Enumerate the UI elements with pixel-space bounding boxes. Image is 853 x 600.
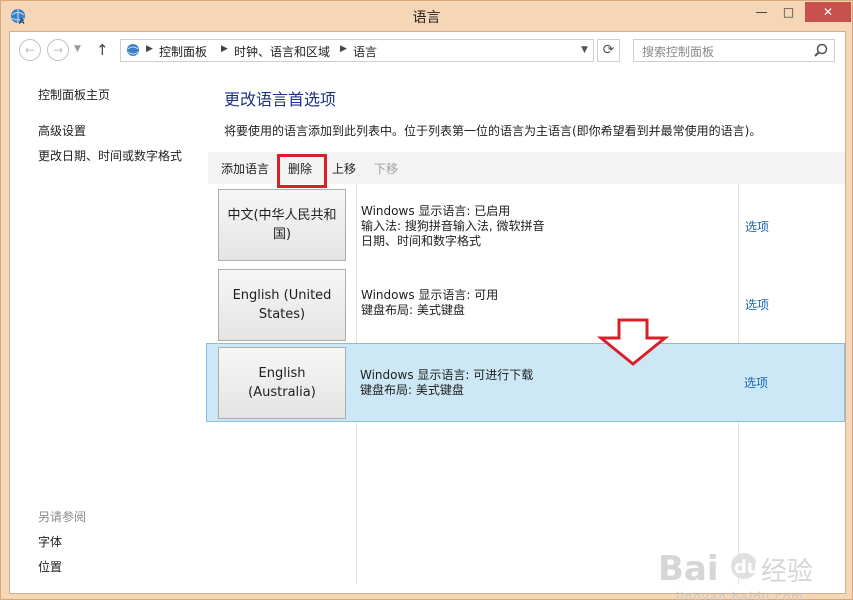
- options-link[interactable]: 选项: [744, 374, 768, 391]
- svg-text:Bai: Bai: [658, 549, 719, 589]
- search-icon[interactable]: [812, 42, 830, 60]
- fonts-link[interactable]: 字体: [38, 533, 62, 550]
- language-tile[interactable]: 中文(中华人民共和国): [218, 189, 346, 261]
- navigation-bar: ← → ▼ ↑ ▶ 控制面板 ▶ 时钟、语言和区域 ▶ 语言 ▼ ⟳ 搜索控制面…: [10, 32, 845, 68]
- language-info-line: Windows 显示语言: 可进行下载: [360, 368, 534, 382]
- language-row[interactable]: English (United States) Windows 显示语言: 可用…: [208, 264, 846, 343]
- control-panel-icon: [127, 44, 139, 56]
- remove-highlight-annotation: [277, 154, 327, 188]
- address-bar[interactable]: ▶ 控制面板 ▶ 时钟、语言和区域 ▶ 语言 ▼: [120, 39, 594, 62]
- recent-pages-chevron-icon[interactable]: ▼: [74, 44, 81, 54]
- breadcrumb-separator-icon: ▶: [146, 44, 153, 54]
- page-description: 将要使用的语言添加到此列表中。位于列表第一位的语言为主语言(即你希望看到并最常使…: [224, 124, 762, 138]
- breadcrumb-control-panel[interactable]: 控制面板: [159, 43, 207, 60]
- language-info-line: Windows 显示语言: 可用: [361, 288, 499, 302]
- minimize-button[interactable]: —: [748, 2, 775, 22]
- baidu-watermark-logo: Bai du 经验 jingyan.baidu.com: [658, 542, 818, 600]
- language-info-line: 输入法: 搜狗拼音输入法, 微软拼音: [361, 219, 545, 233]
- language-info-line: 日期、时间和数字格式: [361, 234, 482, 248]
- location-link[interactable]: 位置: [38, 558, 62, 575]
- breadcrumb-clock-language-region[interactable]: 时钟、语言和区域: [234, 43, 330, 60]
- svg-text:du: du: [734, 557, 760, 578]
- add-language-button[interactable]: 添加语言: [221, 160, 269, 177]
- options-link[interactable]: 选项: [745, 218, 769, 235]
- see-also-heading: 另请参阅: [38, 510, 87, 524]
- main-pane: 更改语言首选项 将要使用的语言添加到此列表中。位于列表第一位的语言为主语言(即你…: [206, 68, 846, 593]
- address-dropdown-chevron-icon[interactable]: ▼: [581, 45, 588, 55]
- maximize-button[interactable]: □: [775, 2, 802, 22]
- language-info-line: 键盘布局: 美式键盘: [361, 303, 465, 317]
- close-button[interactable]: ✕: [805, 2, 851, 22]
- language-row-selected[interactable]: English (Australia) Windows 显示语言: 可进行下载 …: [206, 343, 845, 422]
- window: A 语言 — □ ✕ ← → ▼ ↑ ▶ 控制面板 ▶ 时钟、语言和区域 ▶ 语…: [0, 0, 853, 600]
- options-link[interactable]: 选项: [745, 296, 769, 313]
- search-box[interactable]: 搜索控制面板: [633, 39, 835, 62]
- language-list: 中文(中华人民共和国) Windows 显示语言: 已启用 输入法: 搜狗拼音输…: [206, 184, 846, 584]
- down-arrow-annotation-icon: [597, 318, 669, 366]
- change-date-time-format-link[interactable]: 更改日期、时间或数字格式: [38, 147, 182, 164]
- forward-button[interactable]: →: [47, 39, 69, 61]
- move-down-button: 下移: [374, 162, 399, 176]
- control-panel-home-link[interactable]: 控制面板主页: [38, 86, 110, 103]
- search-placeholder: 搜索控制面板: [642, 45, 715, 59]
- language-tile[interactable]: English (Australia): [218, 347, 346, 419]
- refresh-button[interactable]: ⟳: [597, 39, 620, 62]
- window-title: 语言: [412, 10, 441, 26]
- svg-text:经验: 经验: [761, 557, 813, 587]
- content-area: ← → ▼ ↑ ▶ 控制面板 ▶ 时钟、语言和区域 ▶ 语言 ▼ ⟳ 搜索控制面…: [9, 31, 846, 600]
- left-pane: 控制面板主页 高级设置 更改日期、时间或数字格式 另请参阅 字体 位置: [10, 68, 207, 593]
- up-button[interactable]: ↑: [96, 41, 109, 59]
- page-title: 更改语言首选项: [224, 90, 337, 109]
- advanced-settings-link[interactable]: 高级设置: [38, 122, 86, 139]
- language-tile[interactable]: English (United States): [218, 269, 346, 341]
- back-button[interactable]: ←: [19, 39, 41, 61]
- baidu-logo-icon: Bai du 经验: [658, 549, 813, 589]
- language-info-line: 键盘布局: 美式键盘: [360, 383, 464, 397]
- breadcrumb-separator-icon[interactable]: ▶: [340, 44, 347, 54]
- language-row[interactable]: 中文(中华人民共和国) Windows 显示语言: 已启用 输入法: 搜狗拼音输…: [208, 184, 846, 263]
- move-up-button[interactable]: 上移: [332, 160, 356, 177]
- breadcrumb-language[interactable]: 语言: [353, 43, 377, 60]
- watermark-url: jingyan.baidu.com: [676, 590, 804, 600]
- language-info-line: Windows 显示语言: 已启用: [361, 204, 511, 218]
- breadcrumb-separator-icon[interactable]: ▶: [221, 44, 228, 54]
- title-bar: A 语言 — □ ✕: [1, 1, 852, 31]
